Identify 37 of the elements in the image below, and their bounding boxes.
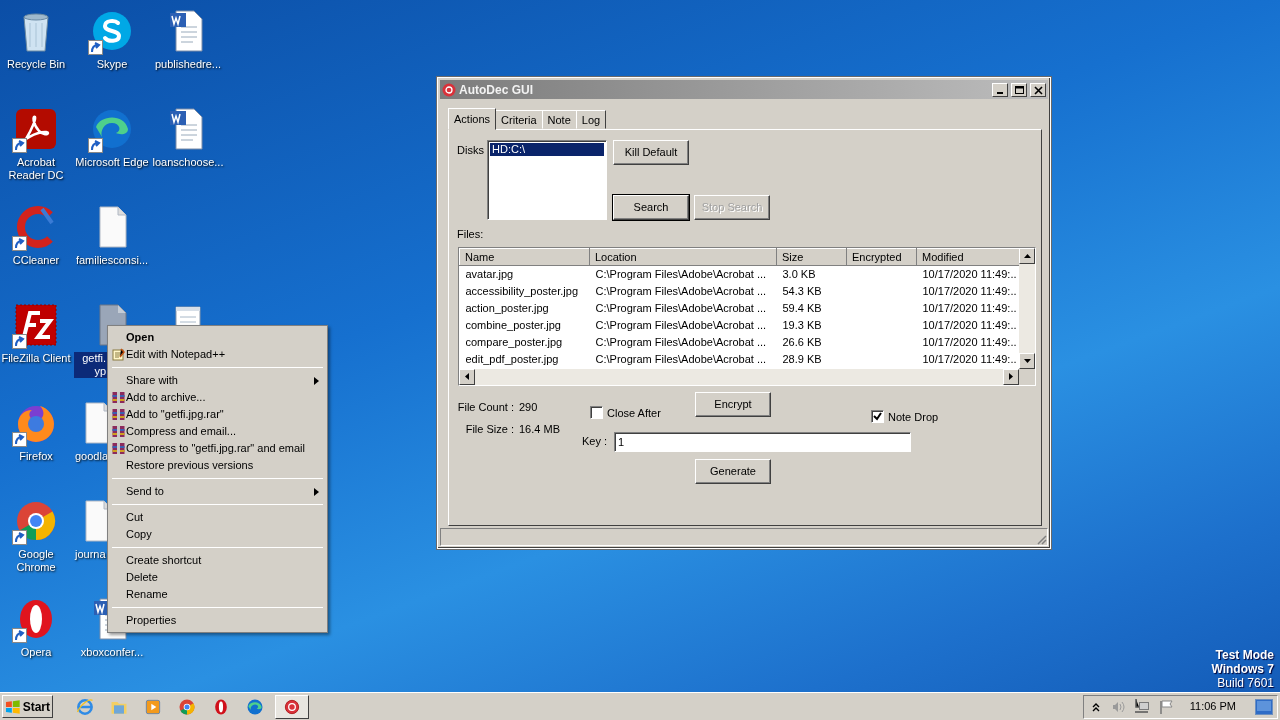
- file-modified-cell-text: 10/17/2020 11:49:..: [921, 317, 1018, 333]
- file-location-cell-text: C:\Program Files\Adobe\Acrobat ...: [594, 283, 768, 299]
- disks-label: Disks: [457, 143, 485, 158]
- file-size-cell: 3.0 KB: [776, 265, 847, 283]
- file-size-label: File Size :: [464, 422, 514, 437]
- file-count-label: File Count :: [457, 399, 514, 415]
- file-name-cell: avatar.jpg: [459, 265, 590, 283]
- window-title: AutoDec GUI: [459, 81, 534, 99]
- files-label: Files:: [457, 227, 485, 242]
- file-modified-cell-text: 10/17/2020 11:49:..: [921, 334, 1018, 350]
- os-name-text: Windows 7: [1211, 662, 1274, 676]
- build-number-text: Build 7601: [1216, 676, 1274, 690]
- file-size-value: 16.4 MB: [519, 422, 561, 437]
- test-mode-text: Test Mode: [1214, 648, 1274, 662]
- file-location-cell: C:\Program Files\Adobe\Acrobat ...: [589, 265, 777, 283]
- file-name-cell-text: edit_pdf_poster.jpg: [464, 351, 560, 367]
- file-location-cell-text: C:\Program Files\Adobe\Acrobat ...: [594, 334, 768, 350]
- file-location-cell-text: C:\Program Files\Adobe\Acrobat ...: [594, 317, 768, 333]
- file-modified-cell-text: 10/17/2020 11:49:..: [921, 300, 1018, 316]
- file-size-cell-text: 59.4 KB: [781, 300, 823, 316]
- file-location-cell-text: C:\Program Files\Adobe\Acrobat ...: [594, 300, 768, 316]
- file-name-cell-text: combine_poster.jpg: [464, 317, 562, 333]
- file-size-cell-text: 19.3 KB: [781, 317, 823, 333]
- file-size-cell-text: 54.3 KB: [781, 283, 823, 299]
- file-modified-cell-text: 10/17/2020 11:49:..: [921, 351, 1018, 367]
- file-modified-cell: 10/17/2020 11:49:..: [916, 265, 1019, 283]
- close-after-label: Close After: [607, 405, 661, 421]
- file-size-cell-text: 26.6 KB: [781, 334, 823, 350]
- key-label: Key :: [581, 434, 609, 450]
- file-count-value: 290: [519, 399, 539, 415]
- file-modified-cell-text: 10/17/2020 11:49:..: [921, 283, 1018, 299]
- note-drop-label: Note Drop: [888, 409, 939, 425]
- file-location-cell-text: C:\Program Files\Adobe\Acrobat ...: [594, 351, 768, 367]
- file-name-cell-text: compare_poster.jpg: [464, 334, 564, 350]
- file-name-cell-text: accessibility_poster.jpg: [464, 283, 579, 299]
- file-name-cell-text: action_poster.jpg: [464, 300, 550, 316]
- file-size-cell-text: 28.9 KB: [781, 351, 823, 367]
